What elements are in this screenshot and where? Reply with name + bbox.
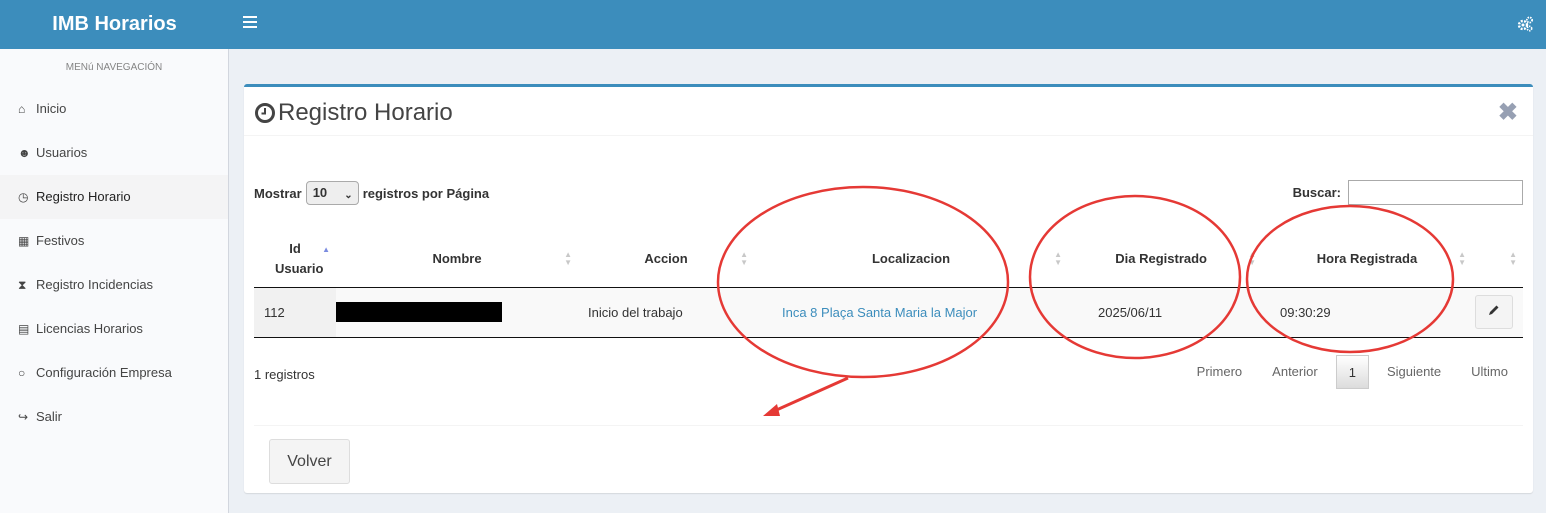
sidebar-item-usuarios[interactable]: ☻ Usuarios [0, 131, 228, 175]
table-row: 112 Inicio del trabajo Inca 8 Plaça Sant… [254, 287, 1523, 338]
briefcase-icon: ▤ [18, 322, 30, 336]
cell-dia-registrado: 2025/06/11 [1068, 287, 1262, 338]
column-header-hora-registrada[interactable]: Hora Registrada ▲ ▼ [1262, 232, 1472, 288]
page-title: Registro Horario [254, 99, 453, 127]
pagination-last[interactable]: Ultimo [1456, 355, 1523, 389]
home-icon: ⌂ [18, 102, 26, 116]
users-icon: ☻ [18, 146, 31, 160]
sidebar-item-label: Festivos [36, 233, 85, 248]
divider [254, 425, 1523, 426]
search-input[interactable] [1348, 180, 1523, 205]
column-header-id-usuario[interactable]: Id Usuario ▲ [254, 232, 336, 288]
sort-icon: ▲ ▼ [1509, 250, 1517, 267]
edit-button[interactable] [1475, 295, 1513, 329]
sidebar-item-label: Registro Horario [36, 189, 131, 204]
column-header-accion[interactable]: Accion ▲ ▼ [578, 232, 754, 288]
sidebar-item-licencias-horarios[interactable]: ▤ Licencias Horarios [0, 307, 228, 351]
registros-table: Id Usuario ▲ Nombre ▲ ▼ Accion ▲ ▼ Localizaci… [254, 232, 1523, 338]
sort-icon: ▲ ▼ [1458, 250, 1466, 267]
page-title-text: Registro Horario [278, 99, 453, 126]
sidebar-item-registro-incidencias[interactable]: ⧗ Registro Incidencias [0, 263, 228, 307]
sidebar-item-label: Registro Incidencias [36, 277, 154, 292]
gears-icon[interactable] [1516, 15, 1534, 33]
sort-icon: ▲ ▼ [1054, 250, 1062, 267]
close-icon[interactable]: ✖ [1498, 101, 1518, 125]
column-header-dia-registrado[interactable]: Dia Registrado ▲ ▼ [1068, 232, 1262, 288]
table-info: 1 registros [254, 367, 315, 382]
registro-horario-panel: Registro Horario ✖ Mostrar 10 ⌄ registro… [244, 84, 1533, 493]
page-length-value: 10 [312, 185, 328, 200]
page-length-control: Mostrar 10 ⌄ registros por Página [254, 181, 489, 205]
calendar-icon: ▦ [18, 234, 30, 248]
sort-icon: ▲ ▼ [740, 250, 748, 267]
location-link[interactable]: Inca 8 Plaça Santa Maria la Major [782, 305, 977, 320]
sidebar-item-label: Salir [36, 409, 63, 424]
hamburger-icon[interactable] [243, 16, 257, 30]
search-label: Buscar: [1292, 185, 1341, 200]
sidebar-item-salir[interactable]: ↪ Salir [0, 395, 228, 439]
divider [244, 135, 1533, 136]
sidebar-menu: ⌂ Inicio ☻ Usuarios ◷ Registro Horario ▦ Festiv… [0, 87, 228, 439]
clock-icon: ◷ [18, 190, 29, 204]
cell-id-usuario: 112 [254, 287, 336, 338]
sort-icon: ▲ ▼ [564, 250, 572, 267]
menu-heading: MENú NAVEGACIÓN [65, 62, 163, 73]
length-suffix: registros por Página [362, 185, 490, 201]
sidebar-item-festivos[interactable]: ▦ Festivos [0, 219, 228, 263]
column-header-localizacion[interactable]: Localizacion ▲ ▼ [754, 232, 1068, 288]
sidebar-item-registro-horario[interactable]: ◷ Registro Horario [0, 175, 228, 219]
page-length-select[interactable]: 10 ⌄ [305, 181, 359, 205]
cell-localizacion: Inca 8 Plaça Santa Maria la Major [754, 287, 1068, 338]
cell-hora-registrada: 09:30:29 [1262, 287, 1472, 338]
sidebar-item-label: Configuración Empresa [36, 365, 172, 380]
length-prefix: Mostrar [254, 185, 302, 201]
redacted-name [336, 302, 502, 322]
search-control: Buscar: [1293, 180, 1523, 205]
sort-icon: ▲ ▼ [1248, 250, 1256, 267]
pagination-previous[interactable]: Anterior [1257, 355, 1333, 389]
sidebar-item-label: Inicio [36, 101, 67, 116]
top-navbar: IMB Horarios [0, 0, 1546, 49]
pagination: Primero Anterior 1 Siguiente Ultimo [1182, 355, 1523, 389]
pencil-icon [1489, 305, 1499, 315]
table-header-row: Id Usuario ▲ Nombre ▲ ▼ Accion ▲ ▼ Localizaci… [254, 232, 1523, 288]
pagination-page-current[interactable]: 1 [1335, 355, 1369, 389]
sidebar-item-inicio[interactable]: ⌂ Inicio [0, 87, 228, 131]
hourglass-icon: ⧗ [18, 278, 27, 292]
cell-actions [1472, 287, 1523, 338]
sidebar-item-label: Licencias Horarios [36, 321, 143, 336]
column-header-nombre[interactable]: Nombre ▲ ▼ [336, 232, 578, 288]
sidebar-item-label: Usuarios [36, 145, 88, 160]
sidebar-item-configuraci-n-empresa[interactable]: ○ Configuración Empresa [0, 351, 228, 395]
chevron-down-icon: ⌄ [344, 190, 353, 201]
sort-asc-icon: ▲ [322, 245, 330, 254]
volver-button[interactable]: Volver [269, 439, 350, 484]
column-header-actions[interactable]: ▲ ▼ [1472, 232, 1523, 288]
sidebar: MENú NAVEGACIÓN ⌂ Inicio ☻ Usuarios ◷ Registr… [0, 49, 229, 513]
clock-icon [255, 103, 275, 123]
sign-out-icon: ↪ [18, 410, 29, 424]
pagination-next[interactable]: Siguiente [1372, 355, 1456, 389]
circle-icon: ○ [18, 366, 26, 380]
cell-accion: Inicio del trabajo [578, 287, 754, 338]
pagination-first[interactable]: Primero [1182, 355, 1258, 389]
cell-nombre [336, 287, 578, 338]
app-logo[interactable]: IMB Horarios [0, 0, 229, 49]
